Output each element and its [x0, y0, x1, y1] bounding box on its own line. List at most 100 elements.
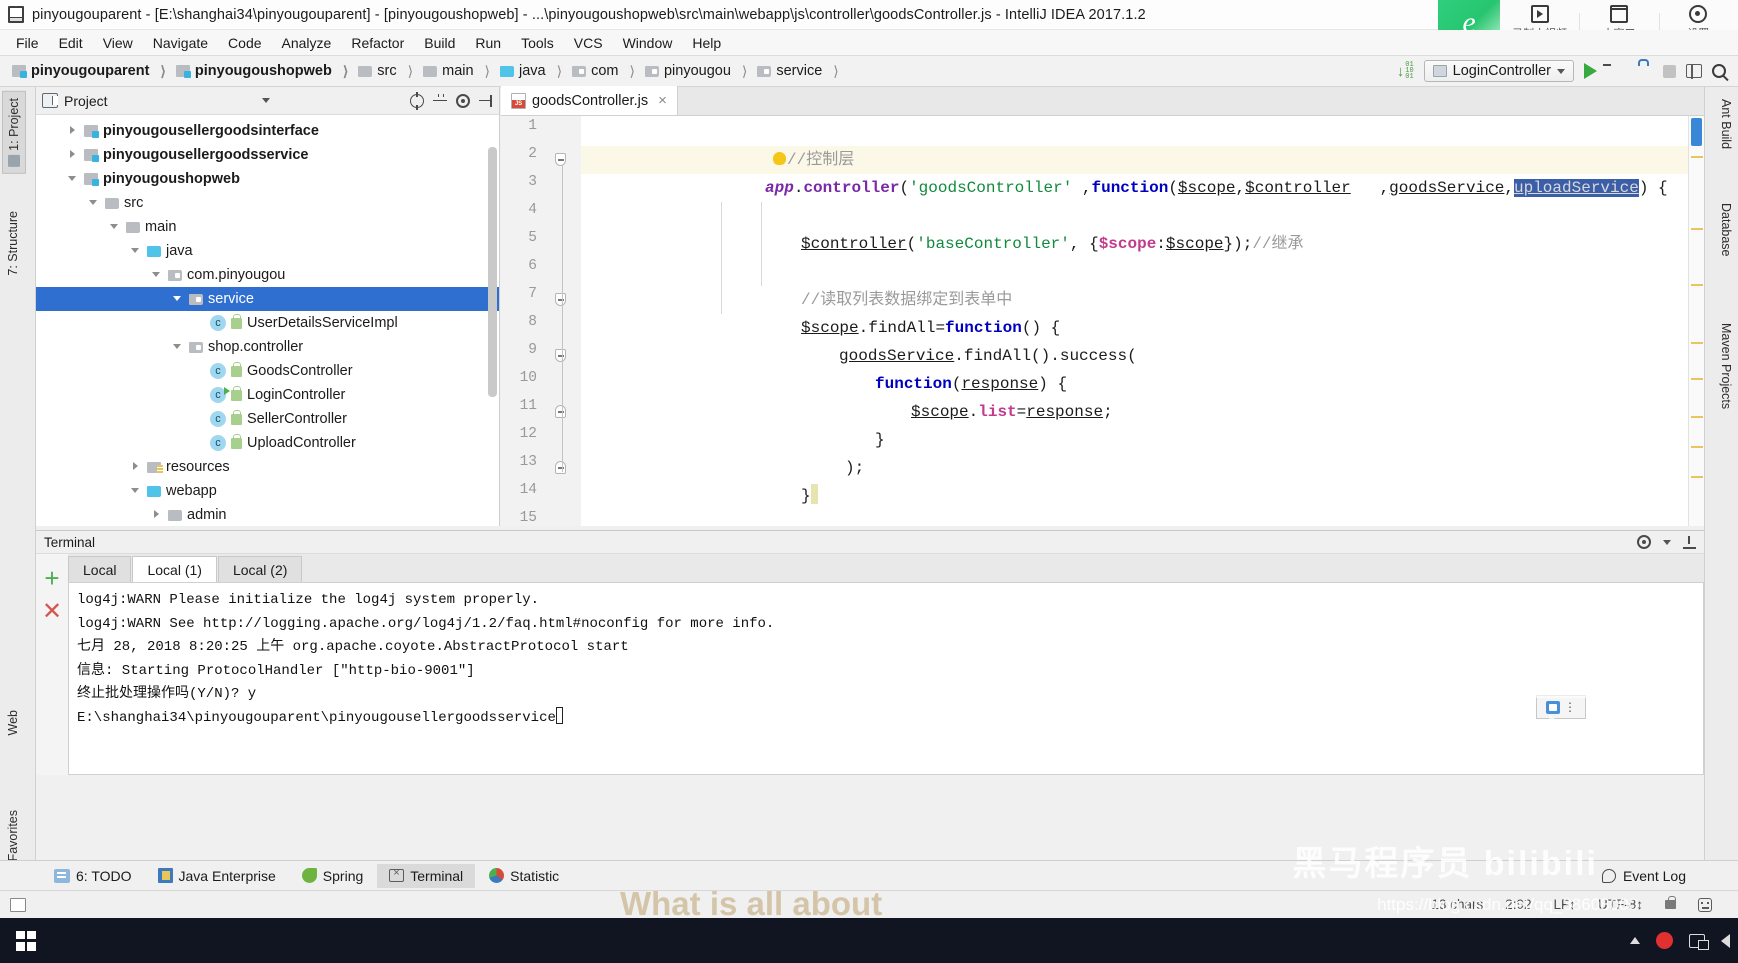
show-hidden-icons[interactable] — [1630, 937, 1640, 944]
tree-node[interactable]: main — [36, 215, 499, 239]
hide-icon[interactable] — [1683, 535, 1696, 549]
warning-marker[interactable] — [1691, 342, 1703, 344]
breadcrumb-item-com[interactable]: com ⟩ — [568, 62, 639, 81]
chevron-down-icon[interactable] — [109, 221, 121, 233]
breadcrumb-item-pinyougouparent[interactable]: pinyougouparent ⟩ — [8, 62, 170, 81]
run-with-coverage-icon[interactable] — [1635, 62, 1653, 80]
code-text[interactable]: //控制层 app.controller('goodsController' ,… — [581, 116, 1704, 526]
tool-window-terminal[interactable]: Terminal — [377, 863, 476, 888]
tree-node[interactable]: pinyougousellergoodsservice — [36, 143, 499, 167]
status-bar-toggle-icon[interactable] — [10, 897, 26, 912]
tree-node[interactable]: pinyougoushopweb — [36, 167, 499, 191]
status-line-separator[interactable]: LF↕ — [1553, 897, 1576, 912]
tool-window-statistic[interactable]: Statistic — [477, 864, 571, 888]
tree-node[interactable]: c GoodsController — [36, 359, 499, 383]
search-everywhere-icon[interactable] — [1712, 64, 1726, 78]
menu-help[interactable]: Help — [692, 35, 721, 51]
chevron-down-icon[interactable] — [172, 293, 184, 305]
layout-icon[interactable] — [1686, 63, 1702, 79]
editor-tab-goodscontroller[interactable]: goodsController.js × — [501, 86, 678, 115]
rail-tab-maven-projects[interactable]: Maven Projects — [1716, 317, 1736, 415]
volume-icon[interactable] — [1721, 933, 1730, 948]
rail-tab-database[interactable]: Database — [1716, 197, 1736, 263]
stop-icon[interactable] — [1663, 64, 1676, 78]
settings-icon[interactable] — [1637, 535, 1651, 549]
terminal-tab-local[interactable]: Local — [68, 556, 132, 582]
chevron-right-icon[interactable] — [67, 125, 79, 137]
menu-code[interactable]: Code — [228, 35, 261, 51]
warning-marker[interactable] — [1691, 476, 1703, 478]
warning-marker[interactable] — [1691, 378, 1703, 380]
chevron-down-icon[interactable] — [261, 98, 270, 103]
status-encoding[interactable]: UTF-8↕ — [1598, 897, 1643, 912]
breadcrumb-item-pinyougoushopweb[interactable]: pinyougoushopweb ⟩ — [172, 62, 352, 81]
tree-node[interactable]: c UserDetailsServiceImpl — [36, 311, 499, 335]
menu-window[interactable]: Window — [623, 35, 673, 51]
selected-token[interactable]: uploadService — [1514, 179, 1639, 197]
menu-build[interactable]: Build — [424, 35, 455, 51]
breadcrumb-item-src[interactable]: src ⟩ — [354, 62, 417, 81]
tree-node[interactable]: webapp — [36, 479, 499, 503]
warning-marker[interactable] — [1691, 156, 1703, 158]
warning-marker[interactable] — [1691, 284, 1703, 286]
tree-node[interactable]: resources — [36, 455, 499, 479]
rail-tab-project[interactable]: 1: Project — [2, 91, 26, 174]
tree-node[interactable]: c LoginController — [36, 383, 499, 407]
terminal-tab-local-2[interactable]: Local (2) — [217, 556, 303, 582]
tree-node[interactable]: c SellerController — [36, 407, 499, 431]
rail-tab-structure[interactable]: 7: Structure — [2, 205, 24, 282]
close-session-x-icon[interactable]: ✕ — [42, 600, 62, 624]
tree-node[interactable]: com.pinyougou — [36, 263, 499, 287]
tree-node[interactable]: pinyougousellergoodsinterface — [36, 119, 499, 143]
chevron-right-icon[interactable] — [67, 149, 79, 161]
chevron-down-icon[interactable] — [1663, 539, 1671, 545]
settings-icon[interactable] — [455, 93, 470, 108]
chevron-down-icon[interactable] — [67, 173, 79, 185]
tree-node[interactable]: java — [36, 239, 499, 263]
collapse-all-icon[interactable] — [432, 93, 447, 108]
warning-marker[interactable] — [1691, 416, 1703, 418]
hide-icon[interactable] — [478, 94, 493, 108]
chevron-down-icon[interactable] — [88, 197, 100, 209]
tree-node[interactable]: src — [36, 191, 499, 215]
run-icon[interactable] — [1584, 63, 1597, 79]
event-log-button[interactable]: Event Log — [1601, 868, 1738, 884]
rail-tab-ant-build[interactable]: Ant Build — [1716, 93, 1736, 155]
tree-node[interactable]: shop.controller — [36, 335, 499, 359]
menu-analyze[interactable]: Analyze — [282, 35, 332, 51]
editor-marker-bar[interactable] — [1688, 116, 1704, 526]
chevron-down-icon[interactable] — [151, 269, 163, 281]
chevron-right-icon[interactable] — [130, 461, 142, 473]
network-icon[interactable] — [1689, 933, 1709, 950]
tool-window-spring[interactable]: Spring — [290, 864, 375, 888]
editor-scrollbar[interactable] — [1691, 118, 1702, 146]
warning-marker[interactable] — [1691, 228, 1703, 230]
code-fold-icon[interactable] — [555, 153, 568, 166]
run-configuration-selector[interactable]: LoginController — [1423, 60, 1574, 82]
lock-icon[interactable] — [1665, 896, 1676, 909]
project-tree[interactable]: pinyougousellergoodsinterface pinyougouse… — [36, 115, 499, 526]
debug-icon[interactable] — [1607, 62, 1625, 80]
chevron-right-icon[interactable] — [151, 509, 163, 521]
rail-tab-web[interactable]: Web — [2, 704, 24, 741]
breadcrumb-item-service[interactable]: service ⟩ — [753, 62, 842, 81]
menu-tools[interactable]: Tools — [521, 35, 554, 51]
tree-node[interactable]: service — [36, 287, 499, 311]
project-tree-scrollbar[interactable] — [488, 147, 497, 397]
breadcrumb-item-main[interactable]: main ⟩ — [419, 62, 494, 81]
menu-file[interactable]: File — [16, 35, 39, 51]
status-caret-position[interactable]: 2:92 — [1505, 897, 1531, 912]
editor-gutter[interactable]: 1 2 3 4 5 6 7 8 9 10 11 12 13 14 15 — [501, 116, 581, 526]
menu-vcs[interactable]: VCS — [574, 35, 603, 51]
chevron-down-icon[interactable] — [130, 485, 142, 497]
tree-node[interactable]: admin — [36, 503, 499, 526]
menu-refactor[interactable]: Refactor — [351, 35, 404, 51]
tool-window-todo[interactable]: 6: TODO — [42, 864, 144, 888]
locate-icon[interactable] — [409, 91, 424, 110]
new-session-plus-icon[interactable]: + — [44, 565, 59, 591]
windows-start-icon[interactable] — [0, 918, 52, 963]
tree-node[interactable]: c UploadController — [36, 431, 499, 455]
tool-window-java-enterprise[interactable]: Java Enterprise — [146, 864, 288, 888]
breadcrumb-item-java[interactable]: java ⟩ — [496, 62, 566, 81]
breadcrumb-item-pinyougou[interactable]: pinyougou ⟩ — [641, 62, 751, 81]
